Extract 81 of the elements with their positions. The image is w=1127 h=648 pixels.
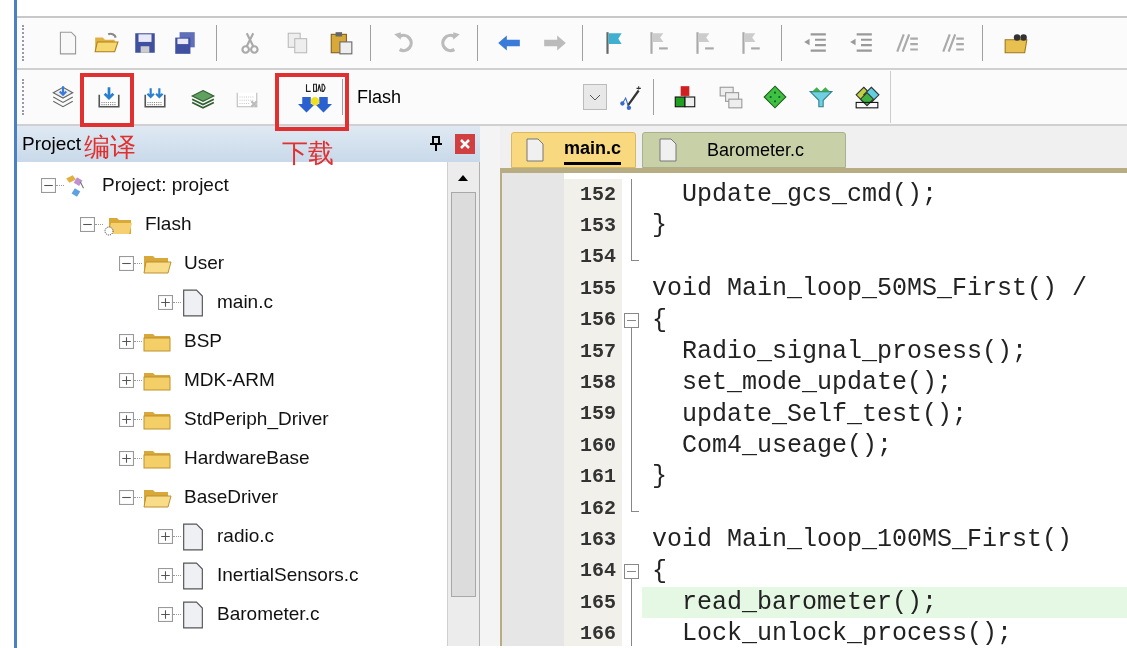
code-line: void Main_loop_100MS_First() [651, 524, 1074, 556]
code-line: { [651, 304, 668, 336]
expand-icon[interactable] [119, 373, 134, 388]
annotation-label: 编译 [84, 134, 136, 160]
code-line: update_Self_test(); [681, 398, 969, 431]
highlight-frame [80, 73, 134, 127]
line-number: 161 [564, 461, 622, 493]
expand-icon[interactable] [158, 529, 173, 544]
line-number: 159 [564, 398, 622, 431]
tree-item[interactable]: main.c [217, 288, 273, 317]
target-select[interactable]: Flash [357, 82, 607, 112]
line-number: 156 [564, 304, 622, 336]
tree-item[interactable]: Barometer.c [217, 600, 320, 629]
line-number: 154 [564, 241, 622, 274]
fold-end-line [631, 492, 639, 512]
code-line: } [651, 210, 668, 242]
expand-icon[interactable] [119, 451, 134, 466]
fold-end-line [631, 241, 639, 261]
code-line: void Main_loop_50MS_First() / [651, 273, 1089, 305]
save-all-icon[interactable] [172, 30, 198, 56]
tree-item[interactable]: InertialSensors.c [217, 561, 359, 590]
stack-download-icon[interactable] [50, 84, 76, 110]
scrollbar-thumb[interactable] [451, 192, 476, 597]
line-number: 152 [564, 179, 622, 211]
wand-icon[interactable] [617, 84, 643, 110]
editor-tab[interactable]: Barometer.c [642, 132, 847, 168]
line-number: 157 [564, 335, 622, 368]
panel-title: Project [22, 131, 82, 156]
editor-tab[interactable]: main.c [511, 132, 637, 168]
expand-icon[interactable] [158, 607, 173, 622]
line-number: 158 [564, 367, 622, 399]
expand-icon[interactable] [119, 412, 134, 427]
tree-item[interactable]: BSP [184, 327, 223, 356]
pin-icon[interactable] [429, 136, 443, 152]
funnel-icon[interactable] [808, 84, 834, 110]
diamond-icon[interactable] [762, 84, 788, 110]
tree-item[interactable]: Flash [145, 210, 192, 239]
tree-item[interactable]: HardwareBase [184, 444, 310, 473]
close-icon[interactable] [455, 134, 475, 154]
tree-item[interactable]: MDK-ARM [184, 366, 275, 395]
code-line: Com4_useage(); [681, 430, 894, 462]
line-number: 160 [564, 430, 622, 462]
code-line: set_mode_update(); [681, 367, 954, 399]
code-line: { [651, 555, 668, 588]
file-icon [181, 522, 205, 551]
tree-item[interactable]: radio.c [217, 522, 275, 551]
line-number: 165 [564, 587, 622, 619]
line-number: 166 [564, 618, 622, 646]
line-number: 153 [564, 210, 622, 242]
collapse-icon[interactable] [119, 490, 134, 505]
code-line: Radio_signal_prosess(); [681, 335, 1029, 368]
tree-item[interactable]: User [184, 249, 225, 278]
windows-icon[interactable] [718, 84, 744, 110]
line-number: 163 [564, 524, 622, 556]
tree-item[interactable]: BaseDriver [184, 483, 278, 512]
save-icon[interactable] [132, 30, 158, 56]
file-icon [659, 138, 678, 162]
expand-icon[interactable] [119, 334, 134, 349]
file-icon [526, 138, 544, 162]
tree-item[interactable]: Project: project [102, 171, 229, 200]
collapse-icon[interactable] [80, 217, 95, 232]
build-icon[interactable] [96, 84, 122, 110]
blocks-icon[interactable] [672, 84, 698, 110]
line-number: 164 [564, 555, 622, 588]
file-icon [181, 561, 205, 590]
diamonds-icon[interactable] [854, 84, 880, 110]
code-line: Update_gcs_cmd(); [681, 179, 939, 211]
scrollbar[interactable] [447, 162, 479, 646]
line-number: 162 [564, 492, 622, 525]
file-icon [181, 600, 205, 629]
line-number: 155 [564, 273, 622, 305]
code-line: } [651, 461, 668, 493]
expand-icon[interactable] [158, 295, 173, 310]
code-line: Lock_unlock_process(); [681, 618, 1014, 646]
collapse-icon[interactable] [41, 178, 56, 193]
expand-icon[interactable] [158, 568, 173, 583]
collapse-icon[interactable] [119, 256, 134, 271]
tree-item[interactable]: StdPeriph_Driver [184, 405, 329, 434]
file-icon [181, 288, 205, 317]
annotation-label: 下载 [282, 140, 334, 166]
paste-icon[interactable] [328, 30, 354, 56]
